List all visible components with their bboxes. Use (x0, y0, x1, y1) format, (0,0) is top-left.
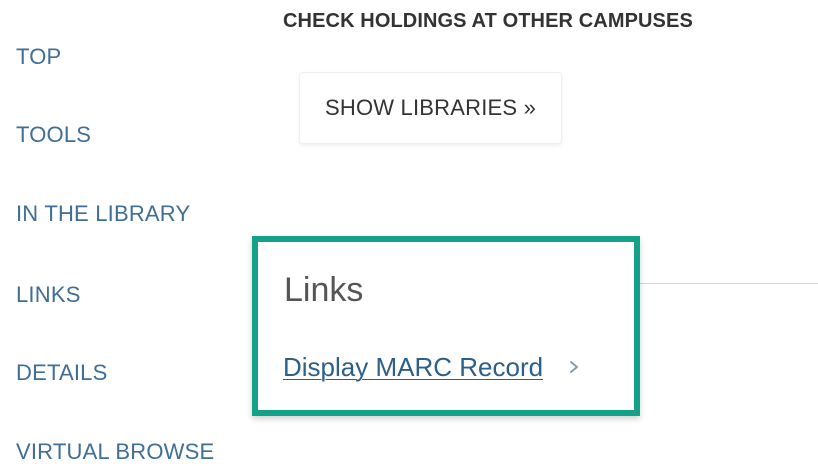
nav-item-virtual-browse[interactable]: VIRTUAL BROWSE (16, 439, 214, 465)
nav-item-top[interactable]: TOP (16, 44, 61, 70)
nav-item-links[interactable]: LINKS (16, 282, 81, 308)
show-libraries-label: SHOW LIBRARIES » (324, 95, 537, 120)
nav-item-details[interactable]: DETAILS (16, 360, 107, 386)
links-section-highlight: Links Display MARC Record (252, 236, 640, 416)
display-marc-record-link[interactable]: Display MARC Record (283, 352, 543, 382)
nav-item-tools[interactable]: TOOLS (16, 122, 91, 148)
nav-item-in-the-library[interactable]: IN THE LIBRARY (16, 201, 190, 227)
show-libraries-button[interactable]: SHOW LIBRARIES » (299, 72, 562, 144)
chevron-right-icon (565, 357, 583, 377)
section-nav: TOP TOOLS IN THE LIBRARY LINKS DETAILS V… (16, 0, 266, 466)
holdings-heading: CHECK HOLDINGS AT OTHER CAMPUSES (283, 10, 693, 32)
display-marc-record-row[interactable]: Display MARC Record (283, 352, 583, 382)
links-heading: Links (284, 271, 364, 309)
